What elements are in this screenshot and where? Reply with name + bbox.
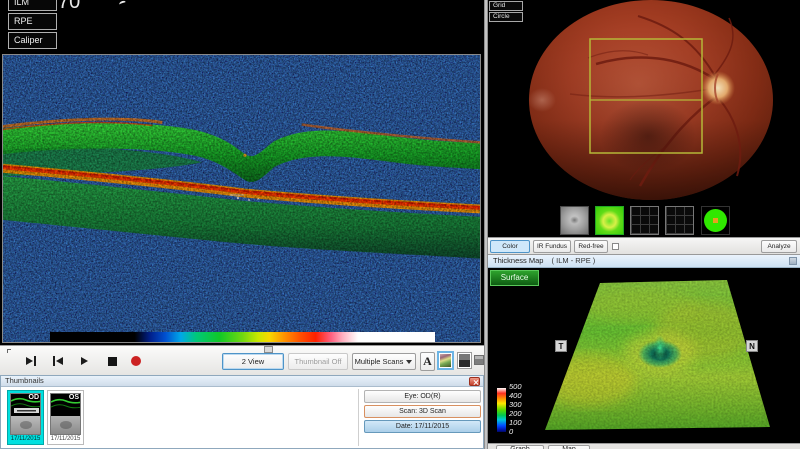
- scan-thumbnail-os-image: OS: [50, 393, 81, 435]
- rpe-tool-button[interactable]: RPE: [8, 13, 57, 30]
- nasal-marker: N: [746, 340, 758, 352]
- thumbnail-off-button[interactable]: Thumbnail Off: [288, 353, 348, 370]
- eye-od-label: OD: [29, 394, 40, 401]
- scale-label: 500: [509, 382, 522, 391]
- thickness-scale-labels: 500 400 300 200 100 0: [509, 382, 522, 436]
- annotation-mark: [118, 0, 126, 7]
- fundus-option-checkbox[interactable]: [612, 243, 619, 250]
- map-view-button[interactable]: Map: [548, 445, 590, 449]
- panel-options-icon[interactable]: [789, 257, 797, 265]
- toolbar-corner-mark: [7, 349, 11, 353]
- scan-thumbnail-od-image: OD: [10, 393, 41, 435]
- scan-mode-value: Multiple Scans: [355, 357, 404, 366]
- skip-start-icon: [56, 357, 63, 365]
- graph-view-button[interactable]: Graph: [496, 445, 544, 449]
- circle-tool-button[interactable]: Circle: [489, 12, 523, 22]
- grayscale-icon: [459, 354, 470, 367]
- eye-os-label: OS: [69, 394, 79, 401]
- thickness-map-thumbnail[interactable]: [595, 206, 624, 235]
- thickness-3d-surface[interactable]: [488, 268, 800, 443]
- thumbnails-panel-header: Thumbnails: [1, 376, 483, 387]
- fundus-viewport: Grid Circle: [488, 0, 800, 237]
- analyze-button[interactable]: Analyze: [761, 240, 797, 253]
- color-display-button[interactable]: [437, 351, 454, 370]
- two-view-button[interactable]: 2 View: [222, 353, 284, 370]
- scale-label: 0: [509, 427, 522, 436]
- chevron-down-icon: [406, 360, 412, 364]
- display-option-button[interactable]: [474, 355, 484, 365]
- panel-divider: [358, 389, 359, 446]
- skip-end-bar-icon: [34, 356, 36, 366]
- frame-slider-thumb[interactable]: [264, 346, 273, 353]
- grayscale-display-button[interactable]: [457, 352, 472, 369]
- thickness-map-footer: Graph Map: [488, 443, 800, 449]
- text-annotation-button[interactable]: A: [420, 352, 435, 371]
- eye-detail-button[interactable]: Eye: OD(R): [364, 390, 481, 403]
- scale-label: 200: [509, 409, 522, 418]
- playback-toolbar: 2 View Thumbnail Off Multiple Scans A: [0, 345, 484, 375]
- play-icon: [81, 357, 88, 365]
- fundus-thumbnail-strip: [488, 206, 800, 236]
- thickness-map-header: Thickness Map ( ILM - RPE ): [488, 255, 800, 268]
- thumbnails-panel: Thumbnails: [0, 375, 484, 449]
- skip-start-bar-icon: [53, 356, 55, 366]
- close-panel-button[interactable]: [469, 377, 480, 386]
- color-fundus-tab[interactable]: Color Fundus: [490, 240, 530, 253]
- grid-map-thumbnail[interactable]: [665, 206, 694, 235]
- record-icon: [131, 356, 141, 366]
- surface-mode-button[interactable]: Surface: [490, 270, 539, 286]
- skip-to-end-button[interactable]: [22, 353, 40, 369]
- oct-workstation-window: ILM RPE Caliper 70 2 View Thumbnail Off: [0, 0, 800, 449]
- circle-map-thumbnail[interactable]: [701, 206, 730, 235]
- caliper-tool-button[interactable]: Caliper: [8, 32, 57, 49]
- ir-fundus-tab[interactable]: IR Fundus: [533, 240, 571, 253]
- grid-tool-button[interactable]: Grid: [489, 1, 523, 11]
- fundus-photo[interactable]: [488, 0, 800, 237]
- grid-map-thumbnail[interactable]: [630, 206, 659, 235]
- thickness-map-range: ( ILM - RPE ): [552, 256, 596, 265]
- scan-type-detail-button[interactable]: Scan: 3D Scan: [364, 405, 481, 418]
- thickness-map-viewport: Surface: [488, 268, 800, 443]
- temporal-marker: T: [555, 340, 567, 352]
- oct-intensity-colorbar: [50, 332, 435, 342]
- scan-details-column: Eye: OD(R) Scan: 3D Scan Date: 17/11/201…: [364, 390, 481, 435]
- record-button[interactable]: [127, 353, 145, 369]
- thumbnails-panel-title: Thumbnails: [5, 376, 44, 385]
- circle-map-icon: [704, 209, 727, 232]
- scale-label: 300: [509, 400, 522, 409]
- color-palette-icon: [440, 354, 451, 367]
- play-button[interactable]: [75, 353, 93, 369]
- scale-label: 100: [509, 418, 522, 427]
- scan-date-label: 17/11/2015: [10, 436, 41, 442]
- scan-thumbnail-od[interactable]: OD 17/11/2015: [7, 390, 44, 445]
- red-free-tab[interactable]: Red-free: [574, 240, 608, 253]
- oct-bscan-viewport: ILM RPE Caliper 70: [0, 0, 484, 345]
- ilm-tool-button[interactable]: ILM: [8, 0, 57, 11]
- date-detail-button[interactable]: Date: 17/11/2015: [364, 420, 481, 433]
- scan-thumbnail-os[interactable]: OS 17/11/2015: [47, 390, 84, 445]
- stop-icon: [108, 357, 117, 366]
- right-section: Grid Circle Color Fundus IR Fundus Red-f…: [488, 0, 800, 449]
- scan-mode-dropdown[interactable]: Multiple Scans: [352, 353, 416, 370]
- grayscale-fundus-thumbnail[interactable]: [560, 206, 589, 235]
- scan-number-label: 70: [58, 0, 80, 14]
- thickness-colorbar: [497, 388, 506, 432]
- fundus-mode-toolbar: Color Fundus IR Fundus Red-free Analyze: [488, 237, 800, 255]
- stop-button[interactable]: [103, 353, 121, 369]
- skip-end-icon: [26, 357, 33, 365]
- oct-bscan-image[interactable]: [2, 54, 481, 343]
- scan-date-label: 17/11/2015: [50, 436, 81, 442]
- thumbnails-panel-body: OD 17/11/2015 OS: [1, 387, 483, 448]
- thickness-map-title: Thickness Map: [493, 256, 543, 265]
- skip-to-start-button[interactable]: [48, 353, 66, 369]
- scale-label: 400: [509, 391, 522, 400]
